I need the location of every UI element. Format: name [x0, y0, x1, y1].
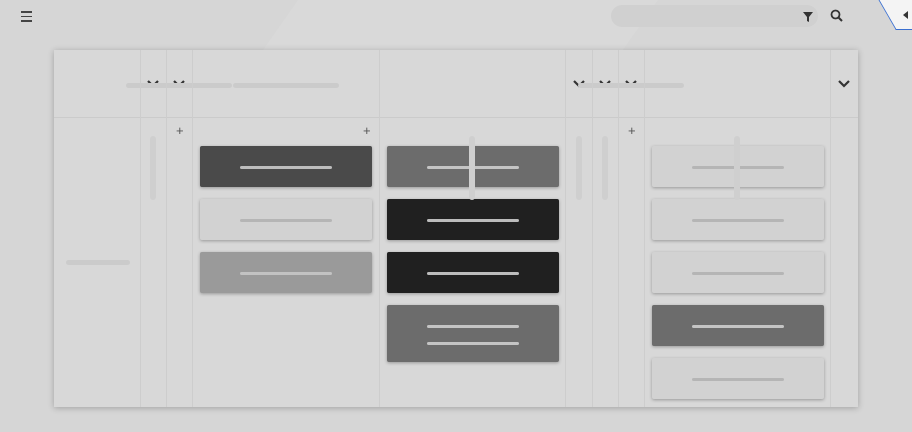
- card-text-placeholder: [692, 219, 784, 222]
- column-3-card[interactable]: [387, 305, 559, 362]
- column-divider: [166, 50, 167, 407]
- column-divider: [644, 50, 645, 407]
- column-3-title-placeholder: [232, 83, 339, 88]
- column-divider: [140, 50, 141, 407]
- board-header-row: [54, 50, 858, 118]
- column-7-card[interactable]: [652, 252, 824, 293]
- column-2-title-placeholder: [126, 83, 232, 88]
- collapsed-column-8-indicator[interactable]: [734, 136, 740, 200]
- search-input[interactable]: [611, 5, 818, 27]
- column-divider: [830, 50, 831, 407]
- column-3-add-card-button[interactable]: +: [363, 124, 371, 137]
- card-text-placeholder: [427, 219, 519, 222]
- card-text-placeholder: [427, 342, 519, 345]
- column-divider: [565, 50, 566, 407]
- card-text-placeholder: [240, 219, 332, 222]
- column-2-card[interactable]: [200, 146, 372, 187]
- column-divider: [379, 50, 380, 407]
- card-text-placeholder: [240, 272, 332, 275]
- card-text-placeholder: [427, 272, 519, 275]
- collapse-arrow-icon[interactable]: [903, 11, 908, 19]
- column-divider: [592, 50, 593, 407]
- column-7-card[interactable]: [652, 358, 824, 399]
- column-2-card[interactable]: [200, 252, 372, 293]
- collapsed-column-5-indicator[interactable]: [575, 136, 582, 200]
- card-text-placeholder: [692, 272, 784, 275]
- column-3-card[interactable]: [387, 199, 559, 240]
- column-7-card[interactable]: [652, 305, 824, 346]
- collapsed-column-1-indicator[interactable]: [150, 136, 156, 200]
- top-toolbar: [0, 0, 912, 34]
- column-divider: [192, 50, 193, 407]
- collapsed-column-6-indicator[interactable]: [602, 136, 608, 200]
- filter-icon[interactable]: [801, 10, 815, 24]
- hamburger-menu-icon[interactable]: [16, 8, 36, 26]
- column-2-card[interactable]: [200, 199, 372, 240]
- kanban-board: + + +: [54, 50, 858, 407]
- column-8-chevron-down-icon[interactable]: [837, 78, 851, 90]
- card-text-placeholder: [692, 378, 784, 381]
- collapsed-column-4-indicator[interactable]: [469, 136, 475, 200]
- column-2-add-card-button[interactable]: +: [176, 124, 184, 137]
- column-3-card[interactable]: [387, 252, 559, 293]
- card-text-placeholder: [240, 166, 332, 169]
- column-7-title-placeholder: [578, 83, 684, 88]
- swimlane-label: [66, 260, 130, 265]
- search-icon[interactable]: [829, 8, 845, 24]
- card-text-placeholder: [427, 325, 519, 328]
- column-divider: [618, 50, 619, 407]
- card-text-placeholder: [692, 325, 784, 328]
- column-7-add-card-button[interactable]: +: [628, 124, 636, 137]
- column-7-card[interactable]: [652, 199, 824, 240]
